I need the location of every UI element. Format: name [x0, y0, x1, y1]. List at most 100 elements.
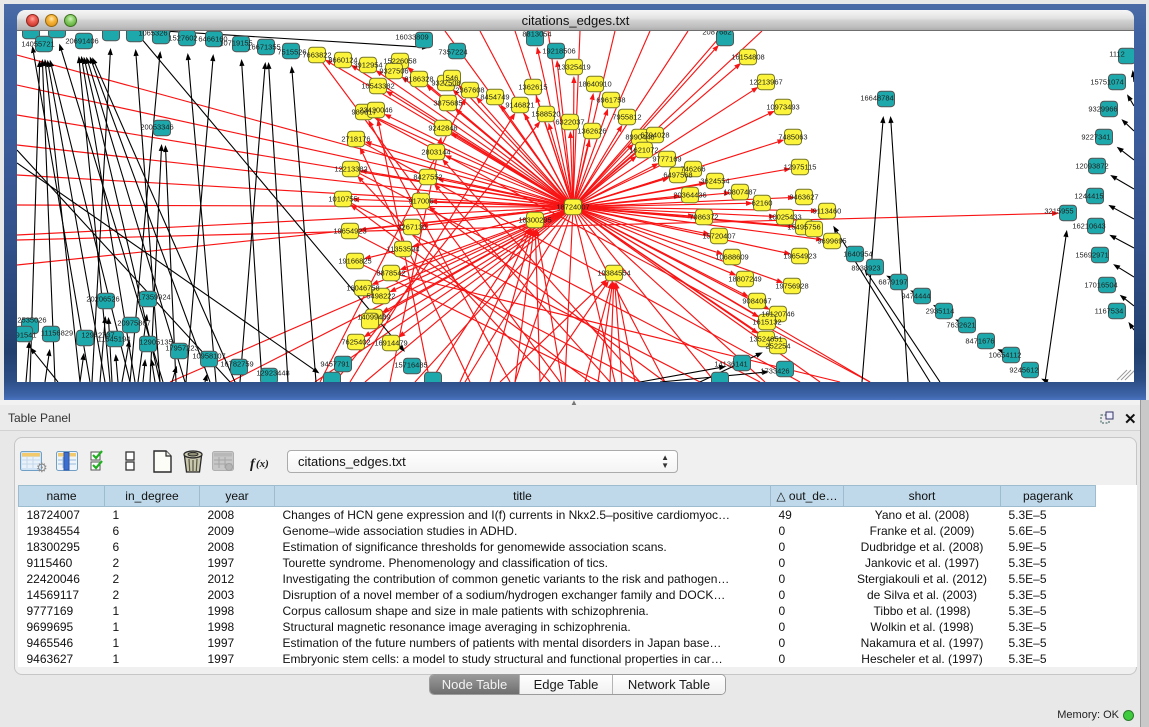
svg-text:7663822: 7663822 [302, 51, 331, 60]
svg-text:9699695: 9699695 [817, 237, 846, 246]
svg-text:17359924: 17359924 [137, 293, 170, 302]
svg-text:13325419: 13325419 [557, 63, 590, 72]
svg-text:10543382: 10543382 [361, 82, 394, 91]
svg-text:18724007: 18724007 [556, 203, 589, 212]
svg-text:3875685: 3875685 [433, 99, 462, 108]
svg-text:18640910: 18640910 [578, 80, 611, 89]
svg-text:9457791: 9457791 [320, 360, 349, 369]
svg-text:20691406: 20691406 [65, 37, 98, 46]
svg-text:2718176: 2718176 [341, 135, 370, 144]
svg-text:9242848: 9242848 [428, 124, 457, 133]
svg-text:14055721: 14055721 [21, 40, 54, 49]
svg-text:16782759: 16782759 [220, 360, 253, 369]
svg-text:16914479: 16914479 [374, 339, 407, 348]
svg-text:19384554: 19384554 [597, 269, 630, 278]
svg-text:18807249: 18807249 [728, 275, 761, 284]
svg-text:9084067: 9084067 [742, 297, 771, 306]
svg-text:9463627: 9463627 [789, 193, 818, 202]
svg-text:1362615: 1362615 [518, 83, 547, 92]
svg-text:9146821: 9146821 [505, 101, 534, 110]
svg-text:1244415: 1244415 [1074, 192, 1103, 201]
svg-text:12975115: 12975115 [784, 163, 817, 172]
svg-text:917006: 917006 [408, 197, 433, 206]
svg-text:8471676: 8471676 [965, 337, 994, 346]
svg-text:15720407: 15720407 [702, 232, 735, 241]
svg-text:(x): (x) [256, 458, 269, 470]
svg-text:6879197: 6879197 [878, 278, 907, 287]
svg-text:9474444: 9474444 [901, 292, 930, 301]
svg-text:9329966: 9329966 [1088, 105, 1117, 114]
svg-text:12923448: 12923448 [256, 369, 289, 378]
svg-text:252254: 252254 [765, 342, 790, 351]
svg-text:19756928: 19756928 [775, 282, 808, 291]
svg-text:10654112: 10654112 [989, 351, 1022, 360]
svg-text:9245612: 9245612 [1009, 366, 1038, 375]
svg-text:9227341: 9227341 [1081, 133, 1110, 142]
svg-text:8938923: 8938923 [851, 264, 880, 273]
svg-text:2087682: 2087682 [702, 31, 731, 37]
svg-text:3912954: 3912954 [353, 61, 382, 70]
svg-text:8186328: 8186328 [404, 75, 433, 84]
svg-text:16154808: 16154808 [731, 53, 764, 62]
svg-text:1010755: 1010755 [328, 195, 357, 204]
svg-text:11353594: 11353594 [387, 245, 420, 254]
svg-text:14099489: 14099489 [357, 313, 390, 322]
svg-text:62160: 62160 [752, 199, 773, 208]
svg-text:2803144: 2803144 [421, 148, 450, 157]
svg-text:10025433: 10025433 [768, 213, 801, 222]
svg-text:19654923: 19654923 [783, 252, 816, 261]
svg-text:12213967: 12213967 [749, 78, 782, 87]
svg-text:19654923: 19654923 [333, 227, 366, 236]
svg-text:16648784: 16648784 [860, 94, 893, 103]
svg-text:5498222: 5498222 [366, 292, 395, 301]
svg-text:1112: 1112 [1109, 50, 1125, 59]
svg-text:546: 546 [446, 74, 459, 83]
svg-text:3267130: 3267130 [397, 223, 426, 232]
svg-text:16210643: 16210643 [1072, 222, 1105, 231]
svg-text:18300295: 18300295 [518, 216, 551, 225]
svg-text:8813054: 8813054 [522, 31, 551, 39]
svg-text:1615132: 1615132 [752, 318, 781, 327]
svg-text:15226058: 15226058 [383, 57, 416, 66]
svg-text:7485063: 7485063 [778, 133, 807, 142]
svg-text:16671355: 16671355 [247, 43, 280, 52]
svg-text:7955812: 7955812 [612, 113, 641, 122]
svg-text:1167534: 1167534 [1095, 307, 1124, 316]
svg-text:1733426: 1733426 [760, 367, 789, 376]
svg-text:7632621: 7632621 [946, 321, 975, 330]
svg-text:1621072: 1621072 [629, 146, 658, 155]
svg-text:20053346: 20053346 [140, 123, 173, 132]
svg-text:6794028: 6794028 [640, 131, 669, 140]
svg-text:7625402: 7625402 [341, 338, 370, 347]
svg-text:3624554: 3624554 [700, 177, 729, 186]
svg-text:10973493: 10973493 [766, 103, 799, 112]
svg-text:2535026: 2535026 [17, 316, 46, 325]
svg-text:1527602: 1527602 [168, 34, 197, 43]
svg-text:19218506: 19218506 [542, 47, 575, 56]
svg-text:9777169: 9777169 [652, 155, 681, 164]
svg-text:8878542: 8878542 [376, 269, 405, 278]
svg-text:2935114: 2935114 [926, 307, 955, 316]
svg-text:3215955: 3215955 [1044, 207, 1073, 216]
svg-text:20364436: 20364436 [673, 191, 706, 200]
svg-text:⚙: ⚙ [36, 460, 48, 475]
svg-text:7986372: 7986372 [689, 213, 718, 222]
svg-text:7357224: 7357224 [438, 48, 467, 57]
svg-text:14136141: 14136141 [714, 360, 747, 369]
svg-text:6322037: 6322037 [555, 118, 584, 127]
svg-text:10688609: 10688609 [715, 253, 748, 262]
svg-text:15692971: 15692971 [1075, 251, 1108, 260]
svg-text:17016504: 17016504 [1084, 281, 1117, 290]
svg-text:20975867: 20975867 [117, 319, 150, 328]
svg-text:1362626: 1362626 [577, 127, 606, 136]
svg-text:11156829: 11156829 [41, 329, 73, 338]
svg-text:10807487: 10807487 [723, 188, 756, 197]
svg-text:12093872: 12093872 [1075, 162, 1108, 171]
svg-text:19166825: 19166825 [338, 257, 371, 266]
svg-text:1640954: 1640954 [843, 250, 872, 259]
svg-text:15495756: 15495756 [787, 223, 820, 232]
svg-text:23420046: 23420046 [359, 106, 392, 115]
svg-text:391541: 391541 [17, 331, 37, 340]
svg-text:20206526: 20206526 [86, 295, 119, 304]
svg-text:6961758: 6961758 [596, 96, 625, 105]
